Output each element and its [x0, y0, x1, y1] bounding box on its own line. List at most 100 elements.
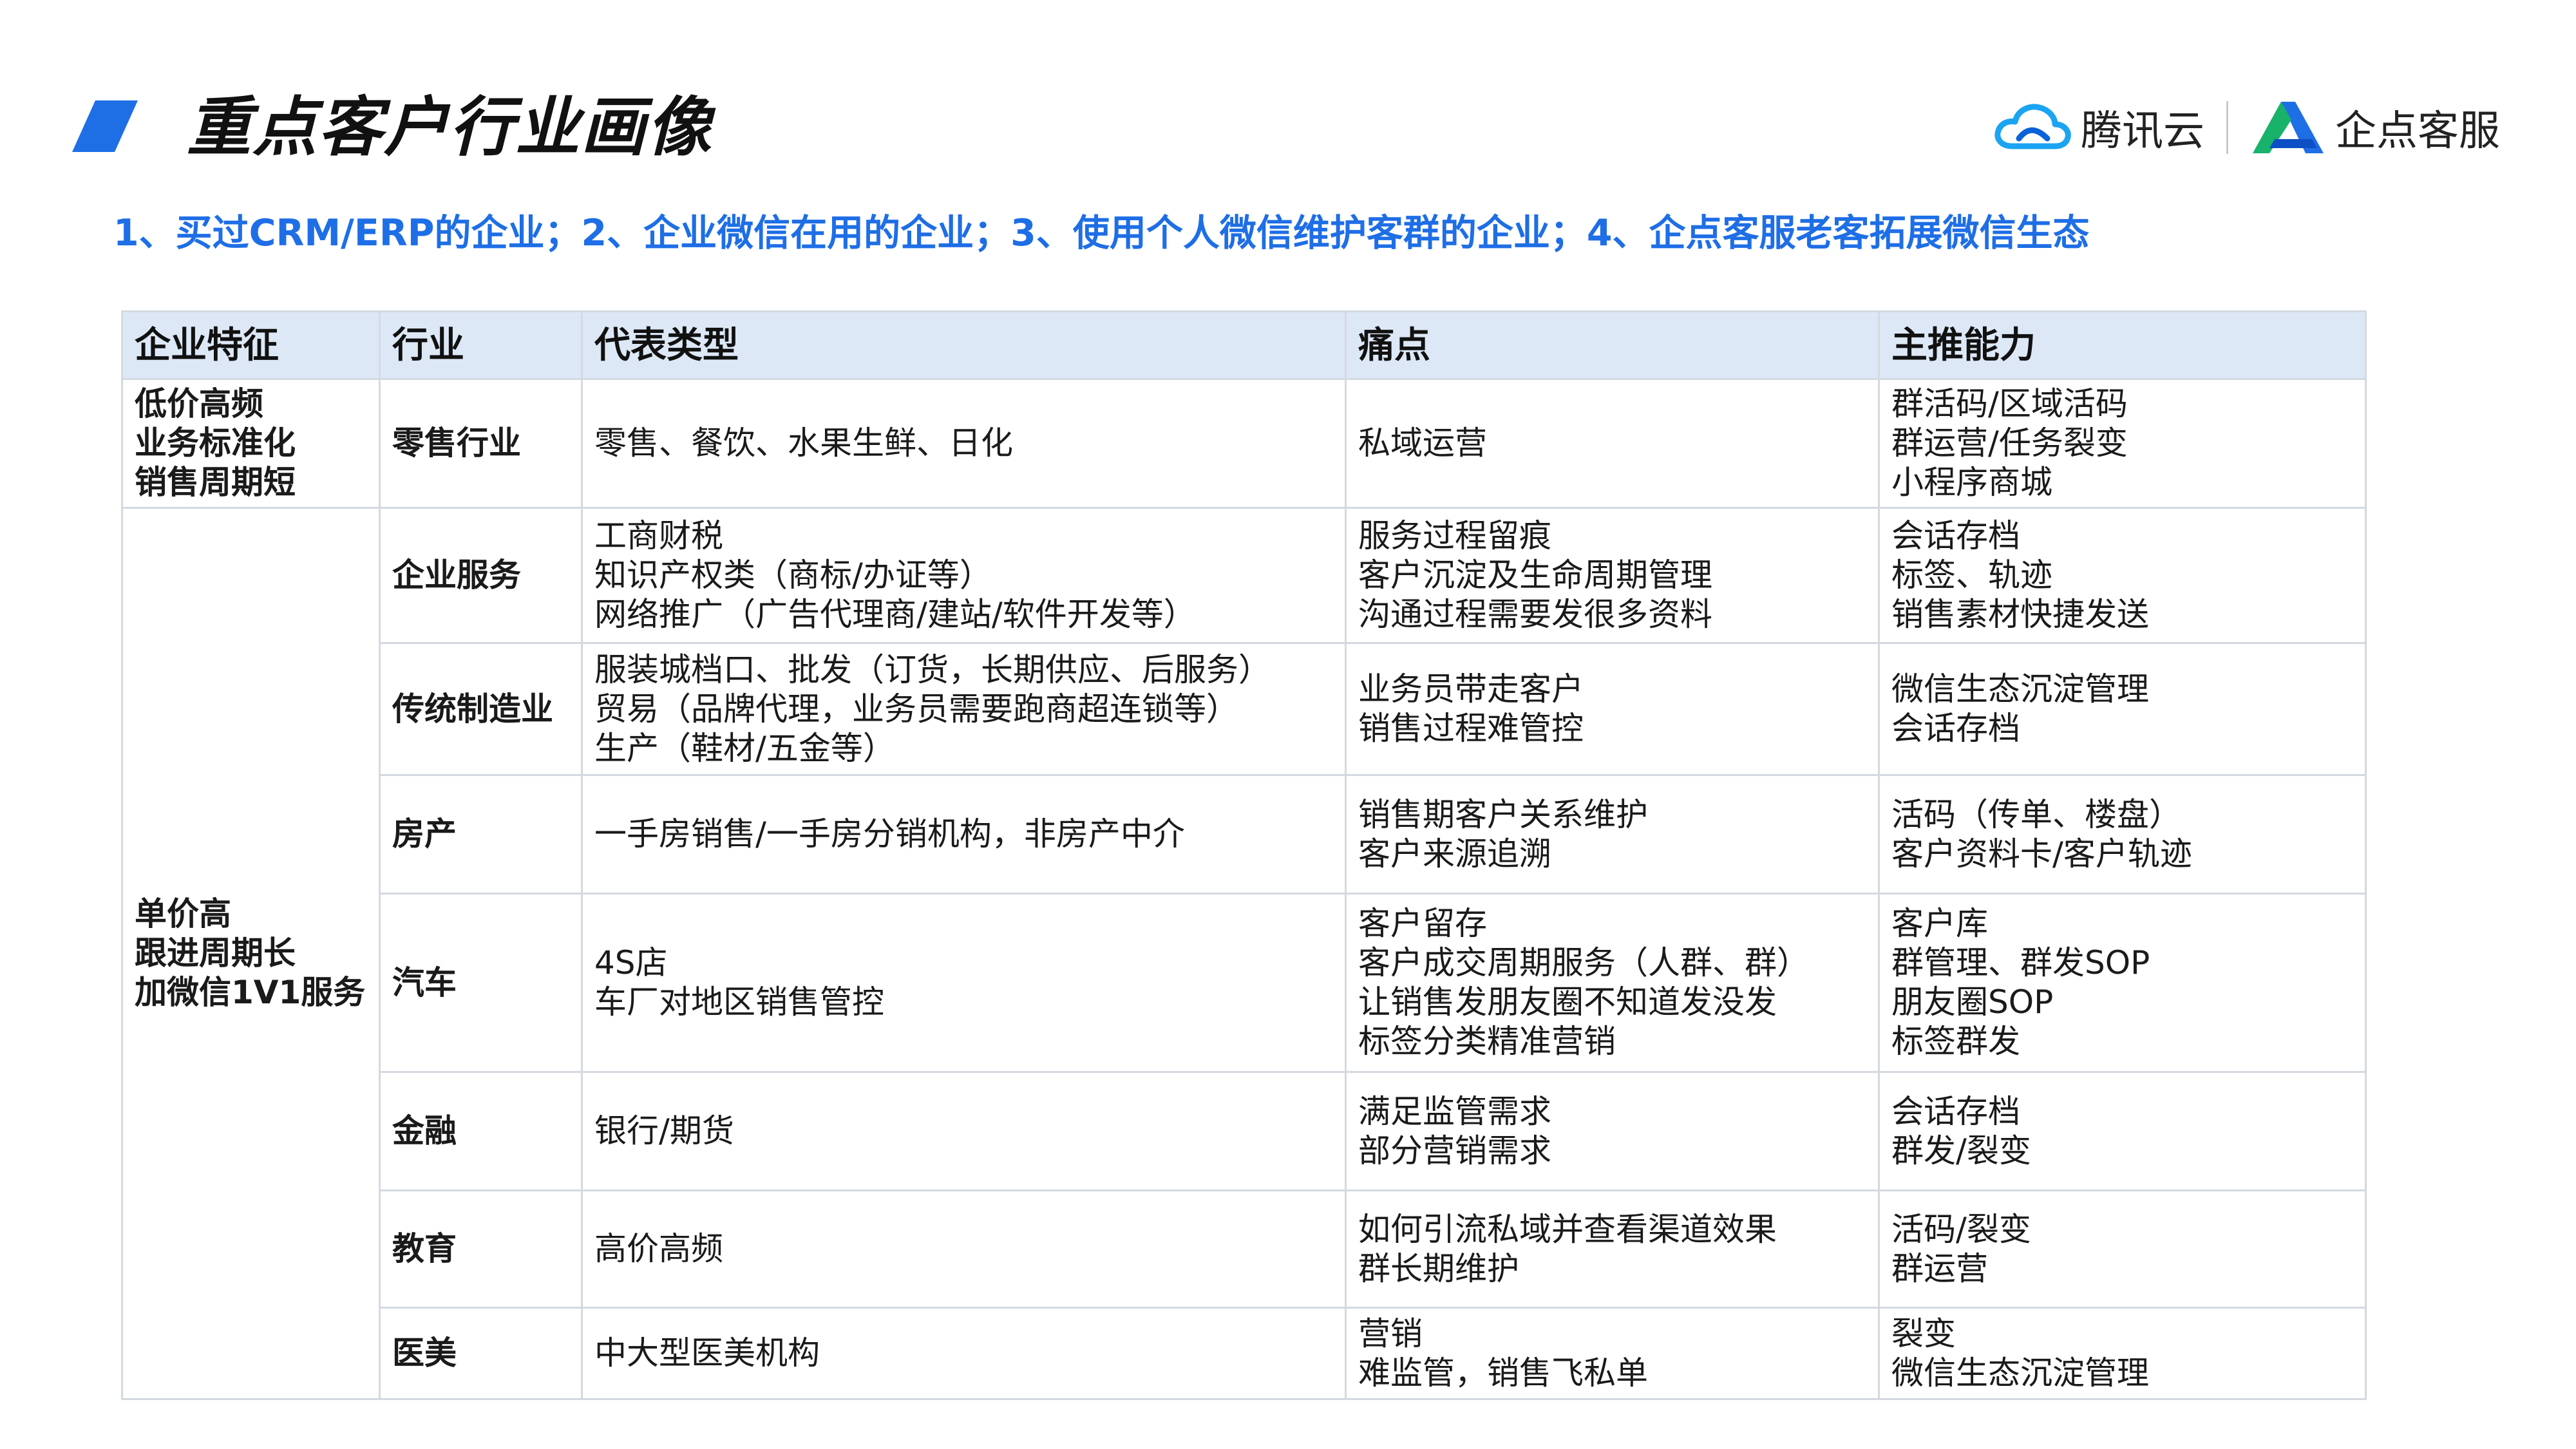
- types-line: 高价高频: [594, 1230, 723, 1267]
- pain-cell: 客户留存 客户成交周期服务（人群、群） 让销售发朋友圈不知道发没发 标签分类精准…: [1345, 893, 1880, 1073]
- capability-line: 小程序商城: [1891, 464, 2052, 501]
- capability-line: 群运营: [1891, 1249, 1988, 1287]
- capability-line: 活码/裂变: [1891, 1210, 2031, 1248]
- pain-line: 部分营销需求: [1358, 1132, 1551, 1170]
- table-row: 低价高频 业务标准化 销售周期短 零售行业 零售、餐饮、水果生鲜、日化 私域运营…: [121, 378, 2367, 509]
- pain-cell: 服务过程留痕 客户沉淀及生命周期管理 沟通过程需要发很多资料: [1345, 507, 1880, 644]
- pain-line: 满足监管需求: [1358, 1092, 1551, 1130]
- types-cell: 高价高频: [581, 1189, 1347, 1309]
- capability-line: 微信生态沉淀管理: [1891, 670, 2149, 708]
- industry-profile-table-container: 企业特征 行业 代表类型 痛点 主推能力 低价高频 业务标准化 销售周期短 零售…: [121, 310, 2367, 1400]
- pain-line: 标签分类精准营销: [1358, 1023, 1616, 1060]
- capability-cell: 活码/裂变 群运营: [1878, 1189, 2367, 1309]
- pain-line: 销售过程难管控: [1358, 710, 1584, 747]
- capability-line: 活码（传单、楼盘）: [1891, 795, 2181, 833]
- pain-line: 难监管，销售飞私单: [1358, 1354, 1648, 1392]
- capability-cell: 会话存档 标签、轨迹 销售素材快捷发送: [1878, 507, 2367, 644]
- header-industry: 行业: [379, 310, 583, 380]
- capability-line: 客户库: [1891, 905, 1988, 942]
- header-types: 代表类型: [581, 310, 1347, 380]
- types-cell: 一手房销售/一手房分销机构，非房产中介: [581, 774, 1347, 895]
- capability-cell: 群活码/区域活码 群运营/任务裂变 小程序商城: [1878, 378, 2367, 509]
- pain-cell: 销售期客户关系维护 客户来源追溯: [1345, 774, 1880, 895]
- industry-cell: 零售行业: [379, 378, 583, 509]
- feature-line: 加微信1V1服务: [135, 974, 366, 1011]
- types-line: 中大型医美机构: [594, 1334, 820, 1372]
- industry-cell: 教育: [379, 1189, 583, 1309]
- qidian-triangle-icon: [2253, 102, 2324, 153]
- table-row: 传统制造业 服装城档口、批发（订货，长期供应、后服务） 贸易（品牌代理，业务员需…: [122, 642, 2367, 776]
- types-line: 车厂对地区销售管控: [594, 983, 884, 1021]
- types-line: 工商财税: [594, 517, 723, 554]
- capability-line: 会话存档: [1891, 517, 2020, 554]
- pain-line: 客户沉淀及生命周期管理: [1358, 556, 1712, 594]
- capability-line: 群运营/任务裂变: [1891, 424, 2128, 462]
- types-cell: 中大型医美机构: [581, 1307, 1347, 1400]
- capability-line: 会话存档: [1891, 710, 2020, 747]
- tencent-cloud-logo: 腾讯云: [1993, 98, 2204, 157]
- industry-cell: 金融: [379, 1071, 583, 1191]
- types-cell: 服装城档口、批发（订货，长期供应、后服务） 贸易（品牌代理，业务员需要跑商超连锁…: [581, 642, 1347, 776]
- capability-line: 群发/裂变: [1891, 1132, 2031, 1170]
- types-line: 知识产权类（商标/办证等）: [594, 556, 992, 594]
- pain-line: 如何引流私域并查看渠道效果: [1358, 1210, 1777, 1248]
- pain-cell: 如何引流私域并查看渠道效果 群长期维护: [1345, 1189, 1880, 1309]
- capability-cell: 活码（传单、楼盘） 客户资料卡/客户轨迹: [1878, 774, 2367, 895]
- types-cell: 4S店 车厂对地区销售管控: [581, 893, 1347, 1073]
- pain-cell: 私域运营: [1345, 378, 1880, 509]
- pain-line: 让销售发朋友圈不知道发没发: [1358, 983, 1777, 1021]
- capability-line: 群管理、群发SOP: [1891, 944, 2150, 981]
- industry-profile-table: 企业特征 行业 代表类型 痛点 主推能力 低价高频 业务标准化 销售周期短 零售…: [121, 310, 2367, 1400]
- types-line: 4S店: [594, 944, 668, 981]
- brand-logos: 腾讯云 企点客服: [1993, 95, 2500, 160]
- feature-line: 单价高: [135, 895, 231, 933]
- pain-line: 客户来源追溯: [1358, 835, 1551, 873]
- cloud-icon: [1994, 104, 2071, 149]
- table-row: 房产 一手房销售/一手房分销机构，非房产中介 销售期客户关系维护 客户来源追溯 …: [122, 774, 2367, 895]
- capability-line: 朋友圈SOP: [1891, 983, 2054, 1021]
- pain-line: 服务过程留痕: [1358, 517, 1551, 554]
- pain-line: 业务员带走客户: [1358, 670, 1584, 708]
- types-line: 银行/期货: [594, 1112, 734, 1150]
- types-line: 贸易（品牌代理，业务员需要跑商超连锁等）: [594, 690, 1238, 728]
- types-cell: 工商财税 知识产权类（商标/办证等） 网络推广（广告代理商/建站/软件开发等）: [581, 507, 1347, 644]
- industry-cell: 房产: [379, 774, 583, 895]
- title-accent-mark: [72, 100, 138, 152]
- types-line: 服装城档口、批发（订货，长期供应、后服务）: [594, 650, 1271, 688]
- qidian-logo-text: 企点客服: [2335, 108, 2500, 155]
- pain-line: 营销: [1358, 1314, 1423, 1352]
- pain-line: 沟通过程需要发很多资料: [1358, 596, 1712, 633]
- types-line: 生产（鞋材/五金等）: [594, 729, 895, 767]
- feature-line: 销售周期短: [135, 464, 296, 501]
- capability-line: 销售素材快捷发送: [1891, 596, 2149, 633]
- logo-divider: [2226, 101, 2228, 154]
- capability-line: 客户资料卡/客户轨迹: [1891, 835, 2192, 873]
- types-line: 一手房销售/一手房分销机构，非房产中介: [594, 815, 1185, 853]
- feature-cell: 单价高 跟进周期长 加微信1V1服务: [121, 507, 381, 1400]
- header-capability: 主推能力: [1878, 310, 2367, 380]
- table-row: 单价高 跟进周期长 加微信1V1服务 企业服务 工商财税 知识产权类（商标/办证…: [121, 507, 2367, 1400]
- pain-cell: 业务员带走客户 销售过程难管控: [1345, 642, 1880, 776]
- capability-cell: 微信生态沉淀管理 会话存档: [1878, 642, 2367, 776]
- subtitle: 1、买过CRM/ERP的企业；2、企业微信在用的企业；3、使用个人微信维护客群的…: [113, 212, 2090, 254]
- capability-line: 微信生态沉淀管理: [1891, 1354, 2149, 1392]
- industry-cell: 汽车: [379, 893, 583, 1073]
- types-line: 零售、餐饮、水果生鲜、日化: [594, 424, 1013, 462]
- feature-cell: 低价高频 业务标准化 销售周期短: [121, 378, 381, 509]
- header-pain: 痛点: [1345, 310, 1880, 380]
- capability-cell: 会话存档 群发/裂变: [1878, 1071, 2367, 1191]
- capability-line: 群活码/区域活码: [1891, 385, 2128, 422]
- industry-cell: 企业服务: [379, 507, 583, 644]
- capability-cell: 裂变 微信生态沉淀管理: [1878, 1307, 2367, 1400]
- capability-line: 标签群发: [1891, 1023, 2020, 1060]
- page-title: 重点客户行业画像: [187, 90, 712, 165]
- qidian-logo: 企点客服: [2250, 98, 2500, 157]
- feature-line: 跟进周期长: [135, 934, 296, 972]
- table-row: 金融 银行/期货 满足监管需求 部分营销需求 会话存档 群发/裂变: [122, 1071, 2367, 1191]
- table-row: 汽车 4S店 车厂对地区销售管控 客户留存 客户成交周期服务（人群、群） 让销售…: [122, 893, 2367, 1073]
- pain-line: 客户留存: [1358, 905, 1487, 942]
- capability-line: 裂变: [1891, 1314, 1956, 1352]
- tencent-cloud-logo-text: 腾讯云: [2081, 108, 2204, 155]
- pain-cell: 满足监管需求 部分营销需求: [1345, 1071, 1880, 1191]
- industry-cell: 传统制造业: [379, 642, 583, 776]
